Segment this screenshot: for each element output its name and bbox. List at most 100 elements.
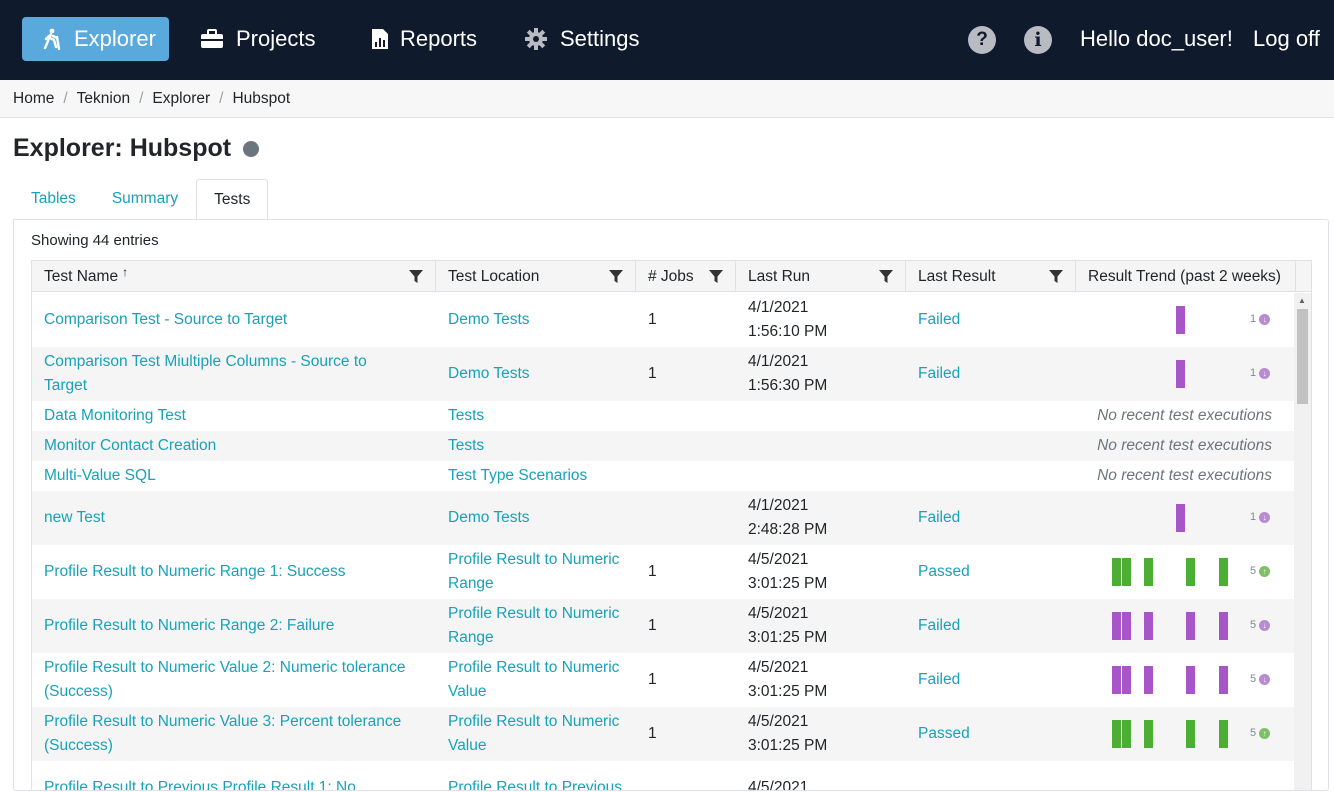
nav-reports[interactable]: Reports (350, 17, 495, 61)
table-row[interactable]: Profile Result to Numeric Value 2: Numer… (32, 653, 1296, 707)
test-location-link[interactable]: Profile Result to Numeric Value (448, 707, 633, 761)
trend-bar[interactable] (1144, 666, 1153, 694)
test-location-link-line[interactable]: Demo Tests (448, 362, 530, 386)
scroll-up-icon[interactable]: ▲ (1298, 296, 1306, 305)
trend-bar[interactable] (1144, 720, 1153, 748)
test-location-link[interactable]: Demo Tests (448, 293, 633, 347)
test-name-link-line[interactable]: Data Monitoring Test (44, 404, 186, 428)
test-location-link[interactable]: Test Type Scenarios (448, 461, 633, 491)
filter-icon[interactable] (879, 270, 893, 284)
nav-settings[interactable]: Settings (506, 17, 658, 61)
nav-explorer[interactable]: Explorer (22, 17, 169, 61)
table-row[interactable]: Profile Result to Numeric Range 2: Failu… (32, 599, 1296, 653)
trend-bar[interactable] (1122, 612, 1131, 640)
table-row[interactable]: new Test Demo Tests 4/1/2021 2:48:28 PM Fail… (32, 491, 1296, 545)
column-header-test-name[interactable]: Test Name ↑ (32, 261, 436, 292)
test-name-link-line[interactable]: Profile Result to Numeric Value 3: Perce… (44, 710, 401, 734)
trend-bar[interactable] (1122, 720, 1131, 748)
trend-bar[interactable] (1219, 612, 1228, 640)
test-location-link-line[interactable]: Test Type Scenarios (448, 464, 587, 488)
last-result-link[interactable]: Passed (918, 545, 1068, 599)
test-name-link[interactable]: Profile Result to Numeric Value 3: Perce… (44, 707, 429, 761)
test-name-link-line[interactable]: Monitor Contact Creation (44, 434, 216, 458)
last-result-link[interactable]: Failed (918, 293, 1068, 347)
test-location-link[interactable]: Tests (448, 401, 633, 431)
trend-bar[interactable] (1176, 360, 1185, 388)
trend-bar[interactable] (1186, 612, 1195, 640)
test-name-link-line[interactable]: Comparison Test - Source to Target (44, 308, 287, 332)
trend-bar[interactable] (1122, 558, 1131, 586)
tab-summary[interactable]: Summary (94, 178, 196, 219)
test-location-link-line[interactable]: Range (448, 572, 619, 596)
trend-bar[interactable] (1176, 306, 1185, 334)
test-name-link-line[interactable]: Comparison Test Miultiple Columns - Sour… (44, 350, 367, 374)
trend-bar[interactable] (1112, 666, 1121, 694)
scroll-down-icon[interactable]: ▼ (1298, 789, 1306, 790)
breadcrumb-teknion[interactable]: Teknion (77, 90, 130, 108)
test-location-link[interactable]: Demo Tests (448, 347, 633, 401)
trend-bar[interactable] (1219, 720, 1228, 748)
test-location-link-line[interactable]: Value (448, 680, 619, 704)
table-row[interactable]: Comparison Test Miultiple Columns - Sour… (32, 347, 1296, 401)
table-row[interactable]: Comparison Test - Source to Target Demo T… (32, 293, 1296, 347)
test-location-link-line[interactable]: Tests (448, 404, 484, 428)
trend-bar[interactable] (1219, 558, 1228, 586)
test-name-link-line[interactable]: Profile Result to Numeric Range 1: Succe… (44, 560, 346, 584)
test-location-link-line[interactable]: Profile Result to Numeric (448, 548, 619, 572)
test-name-link[interactable]: new Test (44, 491, 429, 545)
trend-bar[interactable] (1112, 612, 1121, 640)
test-name-link[interactable]: Monitor Contact Creation (44, 431, 429, 461)
test-location-link-line[interactable]: Demo Tests (448, 308, 530, 332)
test-location-link[interactable]: Tests (448, 431, 633, 461)
column-header-last-result[interactable]: Last Result (906, 261, 1076, 292)
filter-icon[interactable] (609, 270, 623, 284)
test-location-link-line[interactable]: Profile Result to Previous (448, 776, 622, 790)
trend-bar[interactable] (1186, 558, 1195, 586)
breadcrumb-home[interactable]: Home (13, 90, 54, 108)
test-location-link[interactable]: Profile Result to Numeric Value (448, 653, 633, 707)
test-name-link-line[interactable]: (Success) (44, 680, 406, 704)
test-name-link[interactable]: Data Monitoring Test (44, 401, 429, 431)
test-name-link-line[interactable]: Profile Result to Numeric Range 2: Failu… (44, 614, 334, 638)
column-header-test-location[interactable]: Test Location (436, 261, 636, 292)
trend-bar[interactable] (1122, 666, 1131, 694)
table-row[interactable]: Monitor Contact Creation Tests No recent t… (32, 431, 1296, 461)
trend-bar[interactable] (1144, 558, 1153, 586)
last-result-link[interactable]: Failed (918, 599, 1068, 653)
test-name-link-line[interactable]: Target (44, 374, 367, 398)
table-row[interactable]: Profile Result to Numeric Range 1: Succe… (32, 545, 1296, 599)
trend-bar[interactable] (1112, 720, 1121, 748)
table-row[interactable]: Profile Result to Previous Profile Resul… (32, 761, 1296, 790)
test-name-link[interactable]: Profile Result to Numeric Range 1: Succe… (44, 545, 429, 599)
test-name-link[interactable]: Multi-Value SQL (44, 461, 429, 491)
last-result-link[interactable]: Failed (918, 491, 1068, 545)
trend-bar[interactable] (1219, 666, 1228, 694)
trend-bar[interactable] (1186, 666, 1195, 694)
test-location-link-line[interactable]: Value (448, 734, 619, 758)
test-location-link-line[interactable]: Profile Result to Numeric (448, 710, 619, 734)
last-result-link[interactable]: Failed (918, 653, 1068, 707)
column-header-jobs[interactable]: # Jobs (636, 261, 736, 292)
tab-tables[interactable]: Tables (13, 178, 94, 219)
tab-tests[interactable]: Tests (196, 179, 269, 220)
last-result-link[interactable]: Passed (918, 707, 1068, 761)
filter-icon[interactable] (1049, 270, 1063, 284)
nav-projects[interactable]: Projects (182, 17, 333, 61)
test-name-link-line[interactable]: Multi-Value SQL (44, 464, 156, 488)
trend-bar[interactable] (1112, 558, 1121, 586)
trend-bar[interactable] (1176, 504, 1185, 532)
test-location-link-line[interactable]: Range (448, 626, 619, 650)
filter-icon[interactable] (709, 270, 723, 284)
test-location-link[interactable]: Profile Result to Numeric Range (448, 545, 633, 599)
test-location-link[interactable]: Demo Tests (448, 491, 633, 545)
test-name-link[interactable]: Profile Result to Previous Profile Resul… (44, 761, 429, 790)
last-result-link[interactable]: Failed (918, 347, 1068, 401)
filter-icon[interactable] (409, 270, 423, 284)
trend-bar[interactable] (1144, 612, 1153, 640)
test-location-link-line[interactable]: Demo Tests (448, 506, 530, 530)
column-header-last-run[interactable]: Last Run (736, 261, 906, 292)
question-circle-icon[interactable]: ? (968, 26, 996, 54)
test-name-link-line[interactable]: new Test (44, 506, 105, 530)
test-location-link[interactable]: Profile Result to Previous (448, 761, 633, 790)
test-location-link[interactable]: Profile Result to Numeric Range (448, 599, 633, 653)
